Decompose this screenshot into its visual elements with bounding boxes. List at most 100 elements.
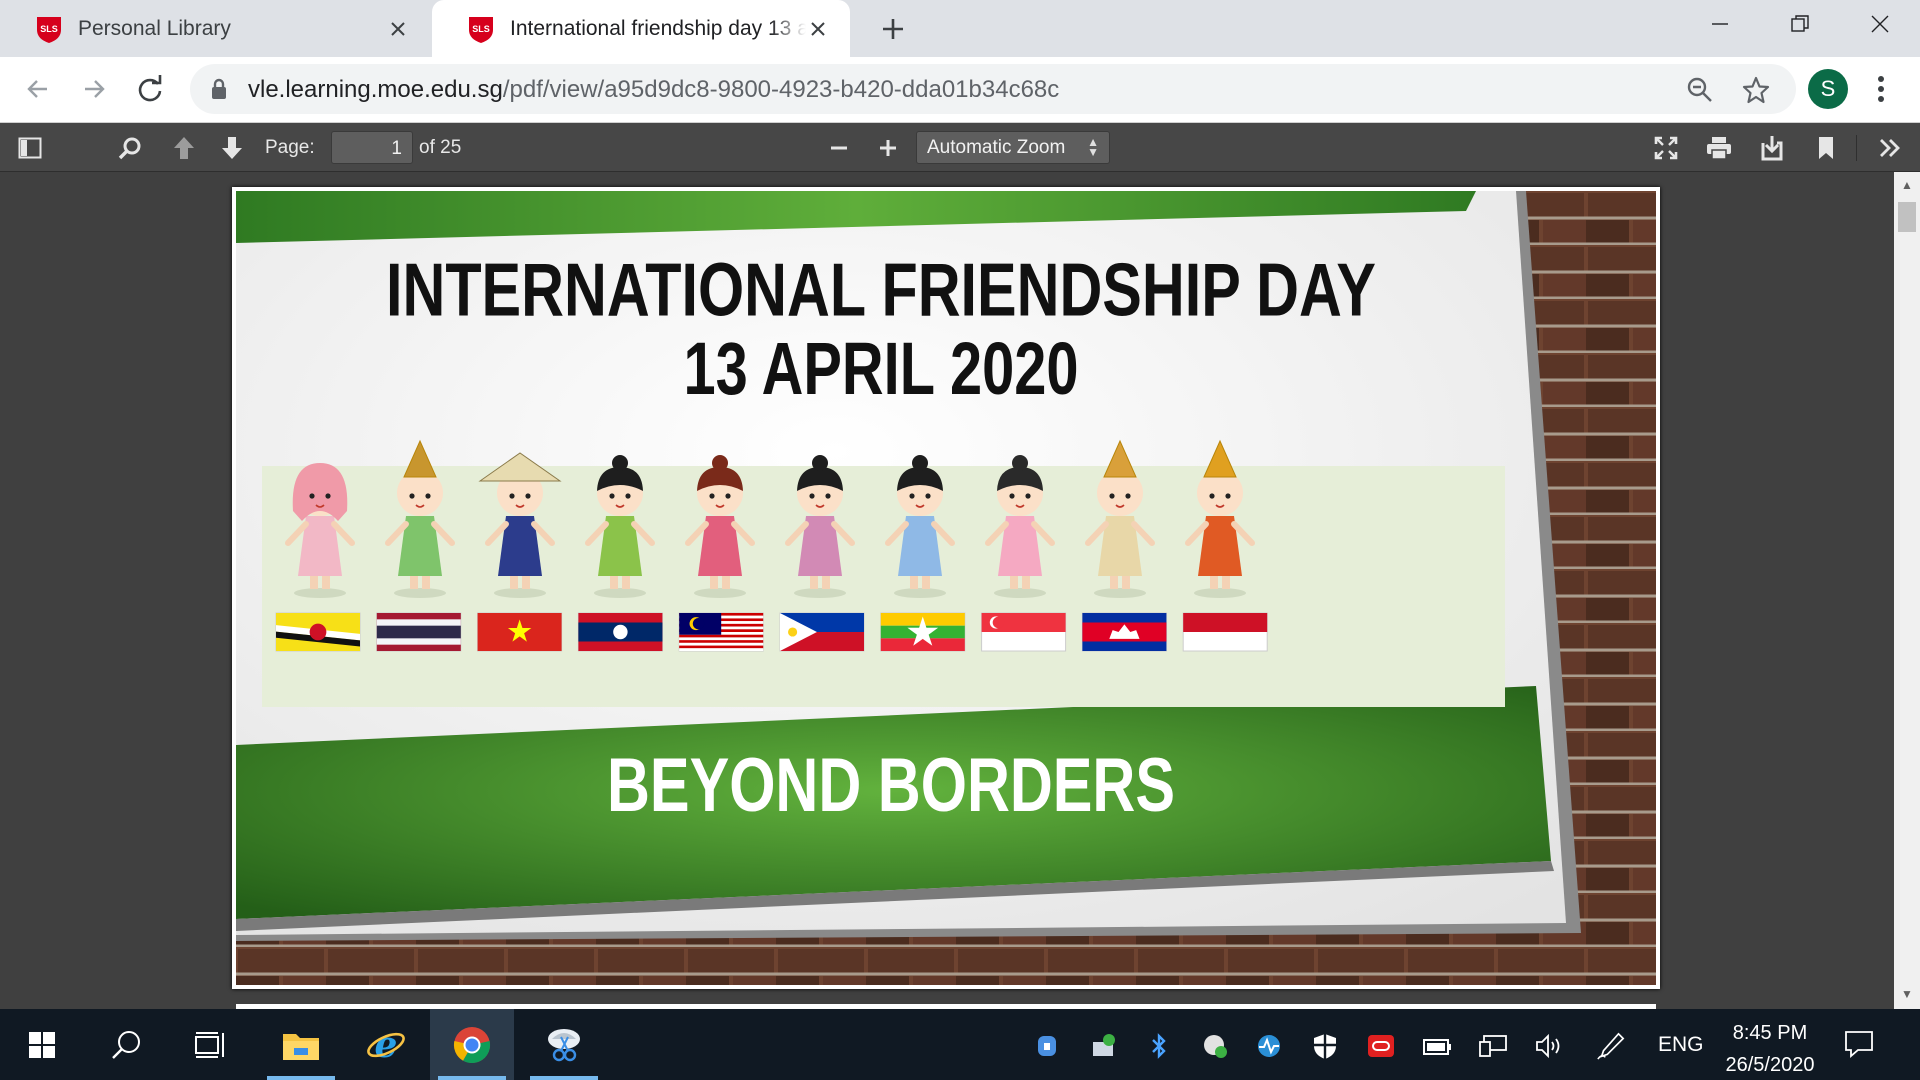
- minimize-button[interactable]: [1690, 0, 1750, 48]
- clock-time: 8:45 PM: [1732, 1022, 1808, 1044]
- figure-philippines: [785, 455, 855, 598]
- tab-personal-library[interactable]: SLS Personal Library: [0, 0, 430, 57]
- arrow-left-icon: [27, 80, 47, 98]
- snipping-tool-icon[interactable]: [522, 1009, 606, 1080]
- language-indicator[interactable]: ENG: [1658, 1033, 1704, 1057]
- system-clock[interactable]: 8:45 PM 26/5/2020: [1720, 1017, 1820, 1080]
- flag-cambodia: [1081, 612, 1167, 652]
- flag-malaysia: [678, 612, 764, 652]
- bluetooth-icon[interactable]: [1144, 1031, 1174, 1061]
- start-icon[interactable]: [0, 1009, 84, 1080]
- activity-monitor-icon[interactable]: [1254, 1031, 1284, 1061]
- file-explorer-icon[interactable]: [259, 1009, 343, 1080]
- oracle-app-icon[interactable]: [1366, 1031, 1396, 1061]
- arrow-right-icon: [85, 80, 105, 98]
- figure-thailand: [385, 439, 455, 598]
- address-bar[interactable]: vle.learning.moe.edu.sg/pdf/view/a95d9dc…: [190, 64, 1796, 114]
- battery-icon[interactable]: [1422, 1031, 1452, 1061]
- close-window-button[interactable]: [1850, 0, 1910, 48]
- page-count: of 25: [419, 137, 462, 158]
- clock-date: 26/5/2020: [1725, 1054, 1815, 1076]
- flag-vietnam: ★: [477, 612, 563, 652]
- plus-icon: [883, 19, 903, 39]
- flag-singapore: [981, 612, 1067, 652]
- svg-text:★: ★: [905, 609, 941, 655]
- pdf-toolbar: Page: 1 of 25 Automatic Zoom ▲ ▼: [0, 123, 1920, 172]
- browser-toolbar: vle.learning.moe.edu.sg/pdf/view/a95d9dc…: [0, 57, 1920, 123]
- sls-logo-icon: SLS: [469, 16, 493, 43]
- network-icon[interactable]: [1478, 1031, 1508, 1061]
- find-icon[interactable]: [114, 132, 146, 164]
- svg-text:e: e: [375, 1025, 398, 1065]
- zoom-icon[interactable]: [1684, 74, 1716, 106]
- sls-logo-icon: SLS: [37, 16, 61, 43]
- svg-text:SLS: SLS: [472, 24, 490, 34]
- figure-indonesia: [1185, 439, 1255, 598]
- notification-center-icon[interactable]: [1844, 1029, 1874, 1064]
- flag-indonesia: [1182, 612, 1268, 652]
- globe-update-icon[interactable]: [1200, 1031, 1230, 1061]
- figure-laos: [585, 455, 655, 598]
- close-icon: [1871, 15, 1889, 33]
- tab-title: International friendship day 13 april: [510, 16, 806, 40]
- flag-philippines: [779, 612, 865, 652]
- tab-international-friendship-day[interactable]: SLS International friendship day 13 apri…: [432, 0, 850, 57]
- asean-figures-illustration: ★ ★: [275, 439, 1268, 655]
- flag-myanmar: ★: [880, 609, 966, 655]
- restore-icon: [1791, 15, 1809, 32]
- page-number-input[interactable]: 1: [331, 131, 413, 164]
- zoom-in-icon[interactable]: [872, 132, 904, 164]
- task-view-icon[interactable]: [168, 1009, 252, 1080]
- previous-page-icon[interactable]: [168, 132, 200, 164]
- screen: SLS Personal Library SLS International f…: [0, 0, 1920, 1080]
- chrome-icon[interactable]: [430, 1009, 514, 1080]
- search-icon[interactable]: [84, 1009, 168, 1080]
- zoom-select[interactable]: Automatic Zoom ▲ ▼: [916, 131, 1110, 164]
- sidebar-toggle-icon[interactable]: [14, 132, 46, 164]
- menu-icon[interactable]: [1866, 71, 1896, 107]
- bookmark-star-icon[interactable]: [1740, 74, 1772, 106]
- profile-avatar[interactable]: S: [1808, 69, 1848, 109]
- scrollbar-thumb[interactable]: [1898, 202, 1916, 232]
- print-icon[interactable]: [1703, 132, 1735, 164]
- tools-icon[interactable]: [1874, 132, 1906, 164]
- minimize-icon: [1712, 23, 1728, 25]
- url-text: vle.learning.moe.edu.sg/pdf/view/a95d9dc…: [248, 76, 1059, 104]
- figure-singapore: [985, 455, 1055, 598]
- pdf-page-1: INTERNATIONAL FRIENDSHIP DAY 13 APRIL 20…: [232, 187, 1660, 989]
- vertical-scrollbar[interactable]: ▲ ▼: [1894, 172, 1920, 1009]
- page-label: Page:: [265, 137, 315, 158]
- download-icon[interactable]: [1756, 132, 1788, 164]
- presentation-mode-icon[interactable]: [1650, 132, 1682, 164]
- pen-workspace-icon[interactable]: [1596, 1031, 1626, 1061]
- restore-button[interactable]: [1770, 0, 1830, 48]
- scroll-up-icon[interactable]: ▲: [1901, 178, 1913, 192]
- pdf-document-area[interactable]: INTERNATIONAL FRIENDSHIP DAY 13 APRIL 20…: [0, 172, 1920, 1010]
- url-path: /pdf/view/a95d9dc8-9800-4923-b420-dda01b…: [502, 76, 1060, 103]
- reload-button[interactable]: [128, 67, 172, 111]
- close-icon[interactable]: [386, 17, 410, 41]
- reload-icon: [138, 75, 162, 102]
- tab-title: Personal Library: [78, 16, 231, 40]
- flag-thailand: [376, 612, 462, 652]
- forward-button[interactable]: [72, 67, 116, 111]
- svg-text:SLS: SLS: [40, 24, 58, 34]
- network-sync-icon[interactable]: [1088, 1031, 1118, 1061]
- volume-icon[interactable]: [1534, 1031, 1564, 1061]
- svg-text:★: ★: [506, 615, 533, 650]
- back-button[interactable]: [16, 67, 60, 111]
- figure-vietnam: [478, 452, 562, 598]
- windows-taskbar: e ENG 8:45 PM 26/5/2020: [0, 1009, 1920, 1080]
- flag-laos: [577, 612, 663, 652]
- zoom-out-icon[interactable]: [823, 132, 855, 164]
- internet-explorer-icon[interactable]: e: [344, 1009, 428, 1080]
- url-host: vle.learning.moe.edu.sg: [248, 76, 503, 103]
- scroll-down-icon[interactable]: ▼: [1901, 987, 1913, 1001]
- security-shield-icon[interactable]: [1310, 1031, 1340, 1061]
- close-icon[interactable]: [806, 17, 830, 41]
- tray-app-icon[interactable]: [1032, 1031, 1062, 1061]
- next-page-icon[interactable]: [216, 132, 248, 164]
- new-tab-button[interactable]: [874, 10, 912, 48]
- figure-malaysia: [685, 455, 755, 598]
- bookmark-icon[interactable]: [1810, 132, 1842, 164]
